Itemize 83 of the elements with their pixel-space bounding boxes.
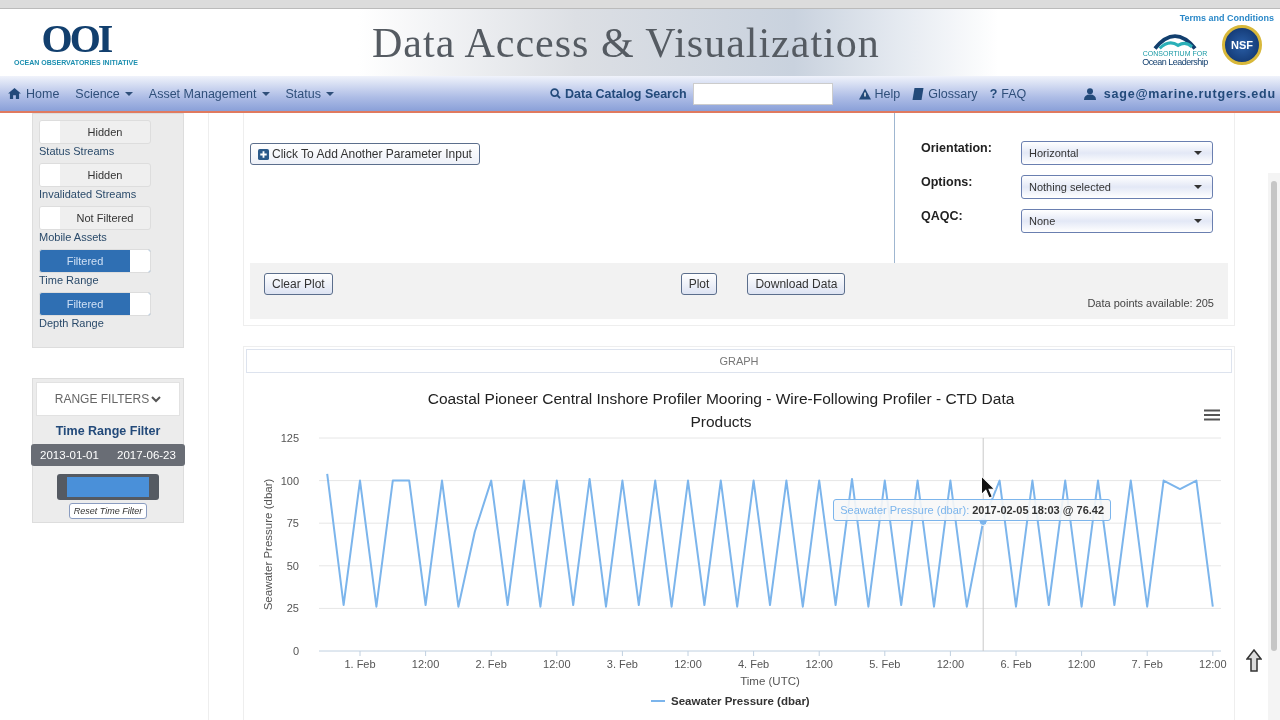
setting-label: Orientation:: [921, 141, 993, 155]
warning-icon: [858, 87, 871, 100]
book-icon: [912, 87, 925, 100]
search-field[interactable]: [692, 82, 833, 105]
toggle-switch[interactable]: Filtered: [39, 249, 151, 273]
annotation: Seawater Pressure (dbar): 2017-02-05 18:03 @ 76.42: [840, 504, 1105, 517]
x-tick-label: 12:00: [411, 658, 440, 670]
x-tick-label: 12:00: [543, 658, 571, 670]
home-icon: [8, 88, 21, 99]
x-tick-label: 1. Feb: [344, 658, 376, 670]
terms-link[interactable]: Terms and Conditions: [1179, 12, 1274, 23]
y-axis-label: Seawater Pressure (dbar): [262, 478, 274, 611]
filter-title: Time Range Filter: [55, 424, 161, 438]
nav-link[interactable]: Help: [858, 86, 901, 101]
y-tick-label: 75: [286, 517, 299, 530]
setting-label: QAQC:: [921, 209, 964, 223]
chevron-icon: [151, 395, 162, 403]
x-tick-label: 12:00: [805, 658, 833, 670]
reset-button[interactable]: Reset Time Filter: [68, 503, 148, 519]
date-label: 2017-06-23: [116, 448, 177, 463]
logo-caption: Ocean Leadership: [1142, 56, 1208, 67]
user-menu[interactable]: sage@marine.rutgers.edu: [1083, 86, 1276, 101]
chart-tooltip: Seawater Pressure (dbar): 2017-02-05 18:03 @ 76.42: [833, 499, 1112, 522]
user-icon: [1083, 87, 1096, 100]
x-tick-label: 2. Feb: [475, 658, 507, 670]
nav-link[interactable]: ? FAQ: [989, 86, 1027, 101]
toggle-label: Invalidated Streams: [39, 188, 138, 200]
range-filters-header[interactable]: RANGE FILTERS: [36, 382, 180, 416]
nsf-logo: NSF: [1222, 24, 1262, 65]
toggle-switch[interactable]: Not Filtered: [39, 206, 151, 230]
x-tick-label: 3. Feb: [606, 658, 638, 670]
site-title: Data Access & Visualization: [372, 18, 880, 67]
scrollbar[interactable]: [1268, 173, 1280, 720]
x-tick-label: 6. Feb: [1000, 658, 1032, 670]
search-icon: [550, 88, 561, 99]
toggle-label: Mobile Assets: [39, 231, 108, 243]
y-tick-label: 0: [292, 645, 299, 657]
nav-item[interactable]: Asset Management: [148, 86, 270, 101]
nav-item[interactable]: Status: [285, 86, 334, 101]
caret-icon: [1194, 219, 1202, 223]
x-axis-label: Time (UTC): [740, 675, 800, 687]
add-parameter-button[interactable]: Click To Add Another Parameter Input: [250, 143, 480, 165]
dropdown[interactable]: Horizontal: [1021, 141, 1213, 165]
x-tick-label: 4. Feb: [738, 658, 770, 670]
x-tick-label: 12:00: [936, 658, 965, 670]
action-button[interactable]: Download Data: [747, 273, 846, 295]
action-button[interactable]: Plot: [680, 273, 718, 295]
y-tick-label: 25: [286, 602, 299, 615]
x-tick-label: 12:00: [674, 658, 702, 670]
x-tick-label: 12:00: [1199, 658, 1227, 670]
x-tick-label: 12:00: [1067, 658, 1096, 670]
toggle-switch[interactable]: Hidden: [39, 120, 151, 144]
toggle-switch[interactable]: Hidden: [39, 163, 151, 187]
cursor-icon: [980, 475, 997, 500]
nav-item[interactable]: Science: [75, 86, 133, 101]
toggle-label: Time Range: [39, 274, 100, 286]
caret-icon: [1194, 151, 1202, 155]
y-tick-label: 125: [280, 432, 299, 444]
caret-icon: [1194, 185, 1202, 189]
nav-item[interactable]: Home: [8, 86, 60, 101]
toggle-switch[interactable]: Filtered: [39, 292, 151, 316]
action-button[interactable]: Clear Plot: [264, 273, 333, 295]
chart-title: Coastal Pioneer Central Inshore Profiler Mooring - Wire-Following Profiler - CTD Data Products: [426, 389, 1016, 432]
graph-header: GRAPH: [246, 349, 1232, 373]
x-tick-label: 5. Feb: [869, 658, 901, 670]
toggle-label: Depth Range: [39, 317, 105, 329]
search-label: Data Catalog Search: [550, 86, 687, 101]
dropdown[interactable]: Nothing selected: [1021, 175, 1213, 199]
nav-link[interactable]: Glossary: [912, 86, 978, 101]
x-tick-label: 7. Feb: [1131, 658, 1163, 670]
plus-icon: [258, 148, 269, 160]
y-tick-label: 50: [286, 559, 299, 572]
toggle-label: Status Streams: [39, 145, 116, 157]
y-tick-label: 100: [280, 474, 299, 487]
chart-legend[interactable]: Seawater Pressure (dbar): [651, 695, 810, 707]
data-points-count: Data points available: 205: [1087, 297, 1214, 309]
logo-mark: OOI: [41, 19, 111, 59]
arrow-up-icon[interactable]: [1246, 649, 1262, 673]
date-label: 2013-01-01: [39, 448, 100, 463]
range-slider[interactable]: [57, 474, 159, 500]
dropdown[interactable]: None: [1021, 209, 1213, 233]
setting-label: Options:: [921, 175, 974, 189]
menu-icon[interactable]: [1204, 409, 1220, 421]
